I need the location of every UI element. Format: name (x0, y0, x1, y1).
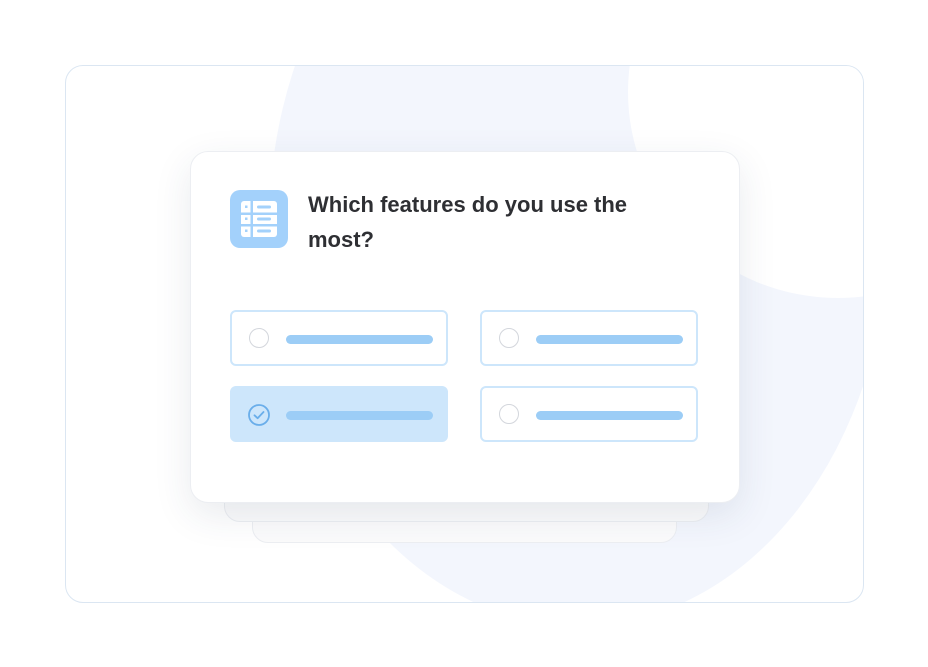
radio-empty-icon[interactable] (499, 404, 519, 424)
survey-question-card: Which features do you use the most? (190, 151, 740, 503)
radio-empty-icon[interactable] (249, 328, 269, 348)
option-label-placeholder (286, 411, 433, 420)
check-circle-icon[interactable] (247, 403, 271, 427)
answer-option-1[interactable] (230, 310, 448, 366)
answer-option-2[interactable] (480, 310, 698, 366)
option-label-placeholder (536, 335, 683, 344)
illustration-frame: Which features do you use the most? (65, 65, 864, 603)
answer-option-3-selected[interactable] (230, 386, 448, 442)
option-label-placeholder (536, 411, 683, 420)
radio-empty-icon[interactable] (499, 328, 519, 348)
answer-option-4[interactable] (480, 386, 698, 442)
question-title: Which features do you use the most? (308, 192, 628, 252)
table-list-icon (230, 190, 288, 248)
option-label-placeholder (286, 335, 433, 344)
